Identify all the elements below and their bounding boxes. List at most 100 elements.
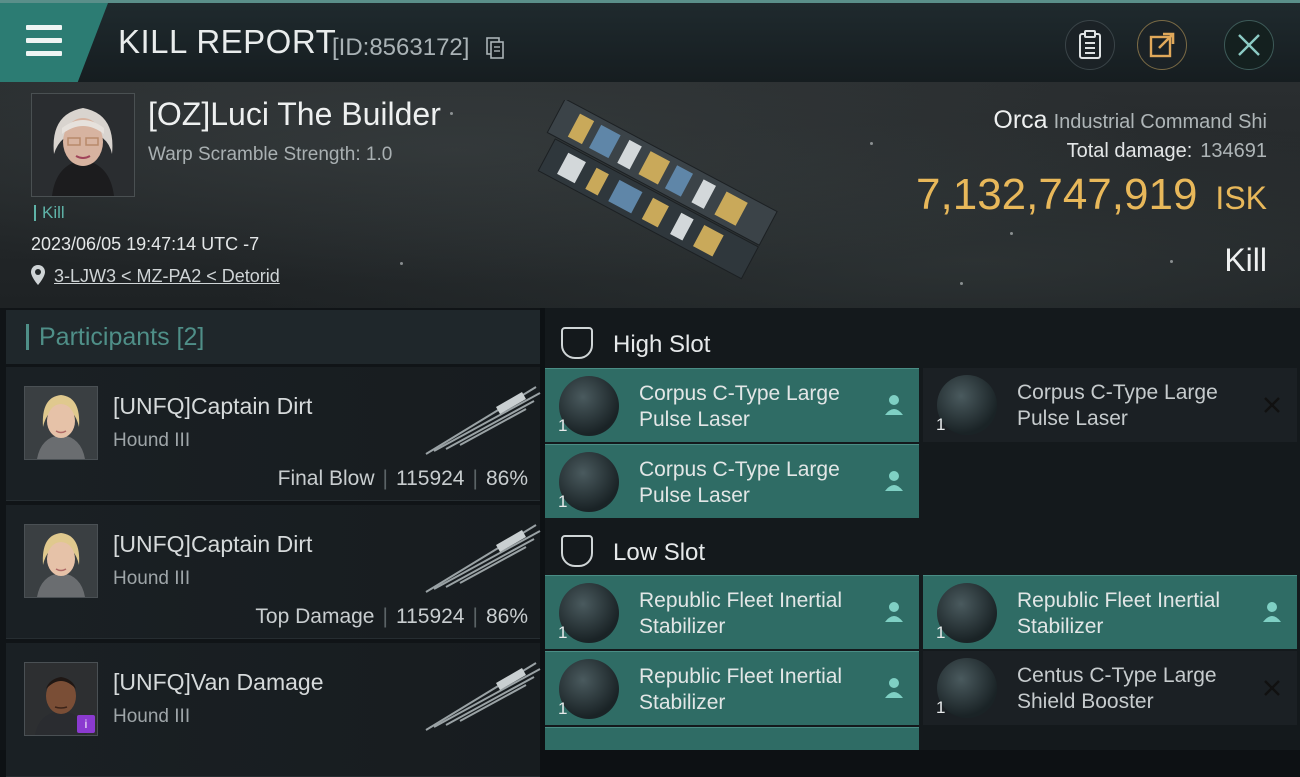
participant-percent: 86% — [485, 467, 528, 490]
total-damage: Total damage: 134691 — [1067, 140, 1267, 163]
module-name: Corpus C-Type Large Pulse Laser — [639, 382, 840, 431]
avatar: i — [24, 662, 98, 736]
module-quantity: 1 — [558, 416, 568, 435]
participant-row[interactable]: [UNFQ]Captain Dirt Hound III Final Blow |… — [6, 367, 541, 501]
participant-name[interactable]: [UNFQ]Van Damage — [113, 669, 323, 696]
top-bar: KILL REPORT [ID:8563172] — [0, 0, 1300, 82]
total-damage-label: Total damage: — [1066, 140, 1193, 162]
module-quantity: 1 — [936, 623, 946, 642]
low-slot-header: Low Slot — [545, 523, 1300, 573]
clipboard-icon — [1079, 30, 1101, 59]
module-quantity: 1 — [936, 698, 946, 717]
module-item[interactable]: 1 Republic Fleet Inertial Stabilizer — [545, 651, 919, 725]
participant-ship: Hound III — [113, 568, 191, 589]
pilot-icon — [885, 678, 903, 698]
pilot-icon — [885, 395, 903, 415]
share-icon — [1149, 32, 1175, 58]
module-name: Centus C-Type Large Shield Booster — [1017, 664, 1217, 713]
avatar — [24, 386, 98, 460]
destroyed-icon — [1264, 397, 1280, 413]
participant-name[interactable]: [UNFQ]Captain Dirt — [113, 393, 312, 420]
kill-result: Kill — [1224, 242, 1267, 278]
module-quantity: 1 — [936, 415, 946, 434]
participants-header: Participants [2] — [6, 310, 540, 364]
participant-stats: Final Blow | 115924 | 86% — [277, 467, 528, 490]
destroyed-icon — [1264, 680, 1280, 696]
avatar — [32, 94, 134, 196]
module-item[interactable]: 1 Centus C-Type Large Shield Booster — [923, 651, 1297, 725]
pilot-icon — [885, 471, 903, 491]
participant-ship: Hound III — [113, 430, 191, 451]
location-link[interactable]: 3-LJW3 < MZ-PA2 < Detorid — [54, 266, 280, 287]
hamburger-icon — [26, 25, 62, 57]
hound-ship-image — [425, 662, 541, 731]
avatar — [24, 524, 98, 598]
module-quantity: 1 — [558, 699, 568, 718]
location-pin-icon — [31, 265, 45, 285]
isk-value-line: 7,132,747,919 ISK — [916, 170, 1267, 220]
participant-row[interactable]: i [UNFQ]Van Damage Hound III — [6, 643, 541, 777]
report-id: [ID:8563172] — [332, 34, 470, 61]
pilot-icon — [885, 602, 903, 622]
low-slot-icon — [561, 535, 593, 567]
share-button[interactable] — [1137, 20, 1187, 70]
high-slot-icon — [561, 327, 593, 359]
pulse-laser-icon — [937, 375, 997, 435]
close-icon — [1238, 34, 1260, 56]
victim-name[interactable]: [OZ]Luci The Builder — [148, 96, 441, 133]
close-button[interactable] — [1224, 20, 1274, 70]
participants-panel: Participants [2] [UNFQ]Captain Dirt Houn… — [0, 308, 541, 777]
participant-row[interactable]: [UNFQ]Captain Dirt Hound III Top Damage |… — [6, 505, 541, 639]
clipboard-button[interactable] — [1065, 20, 1115, 70]
page-title: KILL REPORT — [118, 23, 337, 60]
inertial-stabilizer-icon — [559, 583, 619, 643]
ship-class: Industrial Command Shi — [1053, 111, 1267, 133]
low-slot-title: Low Slot — [613, 539, 706, 566]
participant-role: Top Damage — [255, 605, 375, 628]
inertial-stabilizer-icon — [559, 659, 619, 719]
pulse-laser-icon — [559, 376, 619, 436]
module-name: Republic Fleet Inertial Stabilizer — [639, 589, 843, 638]
inertial-stabilizer-icon — [937, 583, 997, 643]
high-slot-header: High Slot — [545, 315, 1300, 365]
fittings-panel: High Slot 1 Corpus C-Type Large Pulse La… — [545, 308, 1300, 750]
module-item[interactable]: 1 Corpus C-Type Large Pulse Laser — [923, 368, 1297, 442]
isk-value: 7,132,747,919 — [916, 170, 1198, 219]
kill-datetime: 2023/06/05 19:47:14 UTC -7 — [31, 234, 260, 254]
copy-icon[interactable] — [486, 37, 504, 59]
participants-title: Participants [2] — [26, 324, 204, 350]
module-item[interactable]: 1 Corpus C-Type Large Pulse Laser — [545, 368, 919, 442]
module-quantity: 1 — [558, 623, 568, 642]
module-item-partial[interactable] — [545, 727, 919, 750]
module-item[interactable]: 1 Corpus C-Type Large Pulse Laser — [545, 444, 919, 518]
module-name: Republic Fleet Inertial Stabilizer — [639, 665, 843, 714]
participant-percent: 86% — [485, 605, 528, 628]
participant-role: Final Blow — [277, 467, 375, 490]
participant-stats: Top Damage | 115924 | 86% — [255, 605, 528, 628]
menu-button[interactable] — [0, 3, 108, 82]
warp-scramble-strength: Warp Scramble Strength: 1.0 — [148, 144, 393, 165]
participant-damage: 115924 — [395, 605, 465, 628]
participant-ship: Hound III — [113, 706, 191, 727]
orca-ship-image — [537, 100, 778, 280]
module-name: Republic Fleet Inertial Stabilizer — [1017, 589, 1221, 638]
pulse-laser-icon — [559, 452, 619, 512]
badge-icon: i — [77, 715, 95, 733]
ship-name[interactable]: Orca — [993, 106, 1047, 134]
pilot-icon — [1263, 602, 1281, 622]
module-item[interactable]: 1 Republic Fleet Inertial Stabilizer — [545, 575, 919, 649]
isk-unit: ISK — [1215, 180, 1267, 216]
module-name: Corpus C-Type Large Pulse Laser — [639, 458, 840, 507]
hound-ship-image — [425, 386, 541, 455]
participant-name[interactable]: [UNFQ]Captain Dirt — [113, 531, 312, 558]
kill-tag: Kill — [34, 204, 65, 221]
participant-damage: 115924 — [395, 467, 465, 490]
total-damage-value: 134691 — [1200, 140, 1267, 162]
shield-booster-icon — [937, 658, 997, 718]
high-slot-title: High Slot — [613, 331, 711, 358]
hound-ship-image — [425, 524, 541, 593]
module-quantity: 1 — [558, 492, 568, 511]
module-name: Corpus C-Type Large Pulse Laser — [1017, 381, 1218, 430]
victim-portrait[interactable] — [31, 93, 135, 197]
module-item[interactable]: 1 Republic Fleet Inertial Stabilizer — [923, 575, 1297, 649]
